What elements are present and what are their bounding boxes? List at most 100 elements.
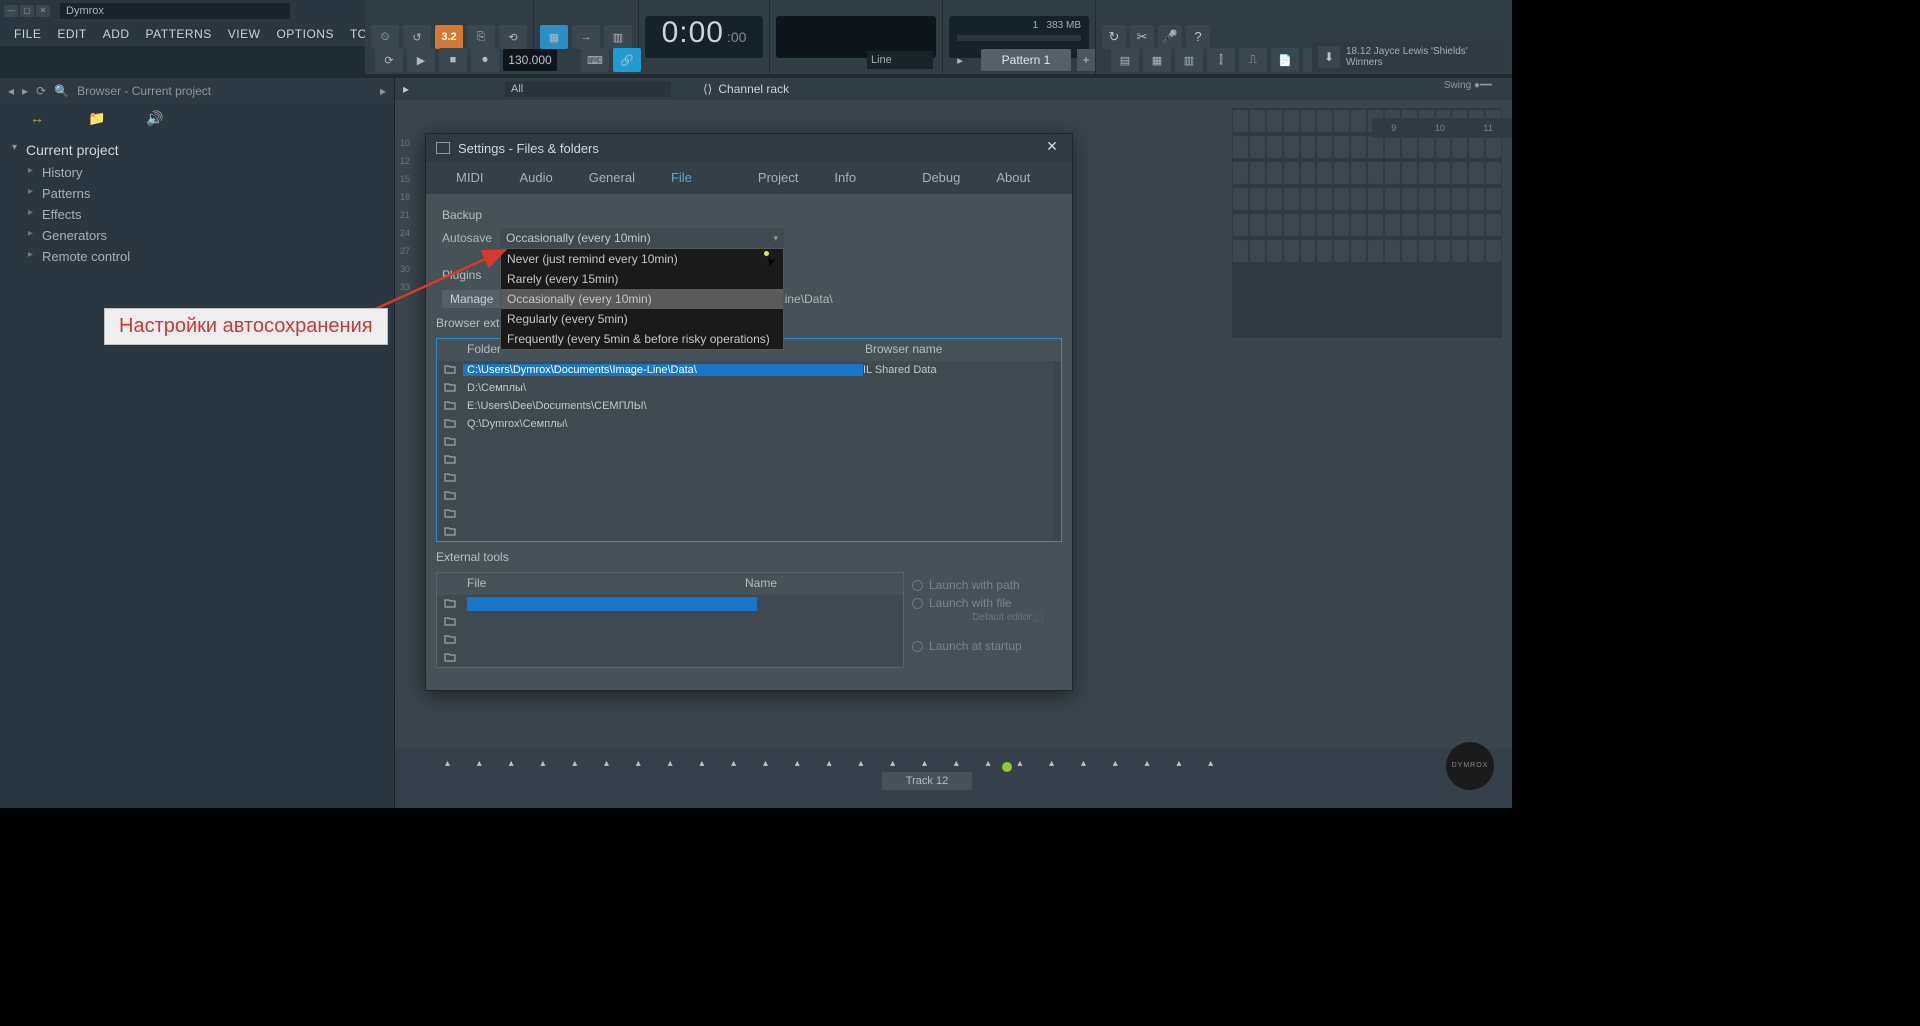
sync-icon[interactable]: ⟳ <box>375 48 403 72</box>
tab-debug[interactable]: Debug <box>904 162 978 194</box>
view-mixer-icon[interactable]: ⎍ <box>1239 48 1267 72</box>
browser-collapse-icon[interactable]: ↔ <box>30 110 48 126</box>
folder-row[interactable]: E:\Users\Dee\Documents\СЕМПЛЫ\ <box>437 397 1061 415</box>
dd-never[interactable]: Never (just remind every 10min) <box>501 249 783 269</box>
tab-audio[interactable]: Audio <box>501 162 570 194</box>
browser-folder-icon[interactable]: 📁 <box>88 110 106 126</box>
launch-file-radio[interactable]: Launch with file <box>912 594 1062 612</box>
tab-file[interactable]: File <box>653 162 710 194</box>
browser-audio-icon[interactable]: 🔊 <box>146 110 164 126</box>
browser-reload-icon[interactable]: ⟳ <box>36 84 46 98</box>
record-button[interactable]: ⏺ <box>471 48 499 72</box>
view-browser-icon[interactable]: ⫿ <box>1207 48 1235 72</box>
folder-row[interactable]: D:\Семплы\ <box>437 379 1061 397</box>
browser-more-icon[interactable]: ▸ <box>380 84 386 98</box>
download-icon[interactable]: ⬇ <box>1318 46 1340 68</box>
folder-path[interactable]: C:\Users\Dymrox\Documents\Image-Line\Dat… <box>463 364 863 376</box>
tree-patterns[interactable]: Patterns <box>10 183 384 204</box>
folder-path[interactable]: Q:\Dymrox\Семплы\ <box>463 418 863 430</box>
tab-info[interactable]: Info <box>816 162 874 194</box>
play-button[interactable]: ▶ <box>407 48 435 72</box>
automation-track[interactable]: ▴ ▴ ▴ ▴ ▴ ▴ ▴ ▴ ▴ ▴ ▴ ▴ ▴ ▴ ▴ ▴ ▴ ▴ ▴ ▴ … <box>445 758 1462 770</box>
tempo-field[interactable]: 130.000 <box>503 49 557 71</box>
folder-row-icon[interactable] <box>437 634 463 647</box>
tab-project[interactable]: Project <box>740 162 816 194</box>
launch-startup-radio[interactable]: Launch at startup <box>912 637 1062 655</box>
folders-scrollbar[interactable] <box>1053 361 1061 541</box>
swing-label[interactable]: Swing ●━━ <box>1444 80 1492 91</box>
typing-kbd-icon[interactable]: ⌨ <box>581 48 609 72</box>
tree-effects[interactable]: Effects <box>10 204 384 225</box>
dialog-close-button[interactable]: ✕ <box>1042 138 1062 158</box>
menu-patterns[interactable]: PATTERNS <box>138 27 220 41</box>
folder-row-icon[interactable] <box>437 526 463 539</box>
view-playlist-icon[interactable]: ▤ <box>1111 48 1139 72</box>
launch-path-radio[interactable]: Launch with path <box>912 576 1062 594</box>
folder-row-icon[interactable] <box>437 490 463 503</box>
win-max[interactable]: ▢ <box>20 5 34 17</box>
ext-row-4[interactable] <box>467 651 757 665</box>
folder-row[interactable]: C:\Users\Dymrox\Documents\Image-Line\Dat… <box>437 361 1061 379</box>
tab-midi[interactable]: MIDI <box>438 162 501 194</box>
folder-row[interactable]: Q:\Dymrox\Семплы\ <box>437 415 1061 433</box>
browser-fwd-icon[interactable]: ▸ <box>22 84 28 98</box>
external-tools-list[interactable]: File Name <box>436 572 904 668</box>
link-icon[interactable]: 🔗 <box>613 48 641 72</box>
menu-edit[interactable]: EDIT <box>49 27 94 41</box>
ext-row-2[interactable] <box>467 615 757 629</box>
copy-icon[interactable]: 📄 <box>1271 48 1299 72</box>
stop-button[interactable]: ■ <box>439 48 467 72</box>
dd-regularly[interactable]: Regularly (every 5min) <box>501 309 783 329</box>
folder-row[interactable] <box>437 523 1061 541</box>
project-title[interactable]: Dymrox <box>60 3 290 19</box>
ext-row-3[interactable] <box>467 633 757 647</box>
track-label[interactable]: Track 12 <box>882 772 972 790</box>
folder-path[interactable]: E:\Users\Dee\Documents\СЕМПЛЫ\ <box>463 400 863 412</box>
tab-about[interactable]: About <box>978 162 1048 194</box>
pattern-prev-icon[interactable]: ▸ <box>953 48 967 72</box>
folder-row-icon[interactable] <box>437 472 463 485</box>
folder-row-icon[interactable] <box>437 400 463 413</box>
folder-row-icon[interactable] <box>437 616 463 629</box>
tree-history[interactable]: History <box>10 162 384 183</box>
menu-options[interactable]: OPTIONS <box>268 27 342 41</box>
folder-row[interactable] <box>437 469 1061 487</box>
channel-filter[interactable]: All <box>505 81 671 97</box>
tree-remote[interactable]: Remote control <box>10 246 384 267</box>
marker-icon[interactable] <box>1002 762 1012 772</box>
folder-row[interactable] <box>437 451 1061 469</box>
playlist-menu-icon[interactable]: ▸ <box>403 82 409 96</box>
folder-row-icon[interactable] <box>437 652 463 665</box>
win-min[interactable]: ― <box>4 5 18 17</box>
tab-general[interactable]: General <box>571 162 653 194</box>
folder-row-icon[interactable] <box>437 364 463 377</box>
step-sequencer[interactable] <box>1232 108 1502 338</box>
dd-frequently[interactable]: Frequently (every 5min & before risky op… <box>501 329 783 349</box>
folder-row[interactable] <box>437 505 1061 523</box>
win-close[interactable]: ✕ <box>36 5 50 17</box>
folder-row-icon[interactable] <box>437 598 463 611</box>
autosave-dropdown[interactable]: Occasionally (every 10min) Never (just r… <box>500 228 784 248</box>
folder-row-icon[interactable] <box>437 454 463 467</box>
menu-file[interactable]: FILE <box>6 27 49 41</box>
ext-row-1[interactable] <box>467 597 757 611</box>
folder-row-icon[interactable] <box>437 382 463 395</box>
folder-row[interactable] <box>437 433 1061 451</box>
dd-rarely[interactable]: Rarely (every 15min) <box>501 269 783 289</box>
dd-occasionally[interactable]: Occasionally (every 10min) <box>501 289 783 309</box>
channel-rack-icon[interactable]: ⟨⟩ <box>703 82 712 96</box>
folder-row-icon[interactable] <box>437 436 463 449</box>
tree-current-project[interactable]: Current project <box>10 138 384 162</box>
tree-generators[interactable]: Generators <box>10 225 384 246</box>
folder-row-icon[interactable] <box>437 508 463 521</box>
menu-view[interactable]: VIEW <box>220 27 269 41</box>
search-folders-list[interactable]: Folder Browser name C:\Users\Dymrox\Docu… <box>436 338 1062 542</box>
folder-row[interactable] <box>437 487 1061 505</box>
browser-back-icon[interactable]: ◂ <box>8 84 14 98</box>
pattern-selector[interactable]: Pattern 1 <box>981 49 1071 71</box>
folder-path[interactable]: D:\Семплы\ <box>463 382 863 394</box>
view-pianoroll-icon[interactable]: ▥ <box>1175 48 1203 72</box>
song-info[interactable]: ⬇ 18.12 Jayce Lewis 'Shields' Winners <box>1312 42 1502 72</box>
folder-row-icon[interactable] <box>437 418 463 431</box>
playlist-timeline[interactable]: 91011 <box>1372 118 1512 138</box>
